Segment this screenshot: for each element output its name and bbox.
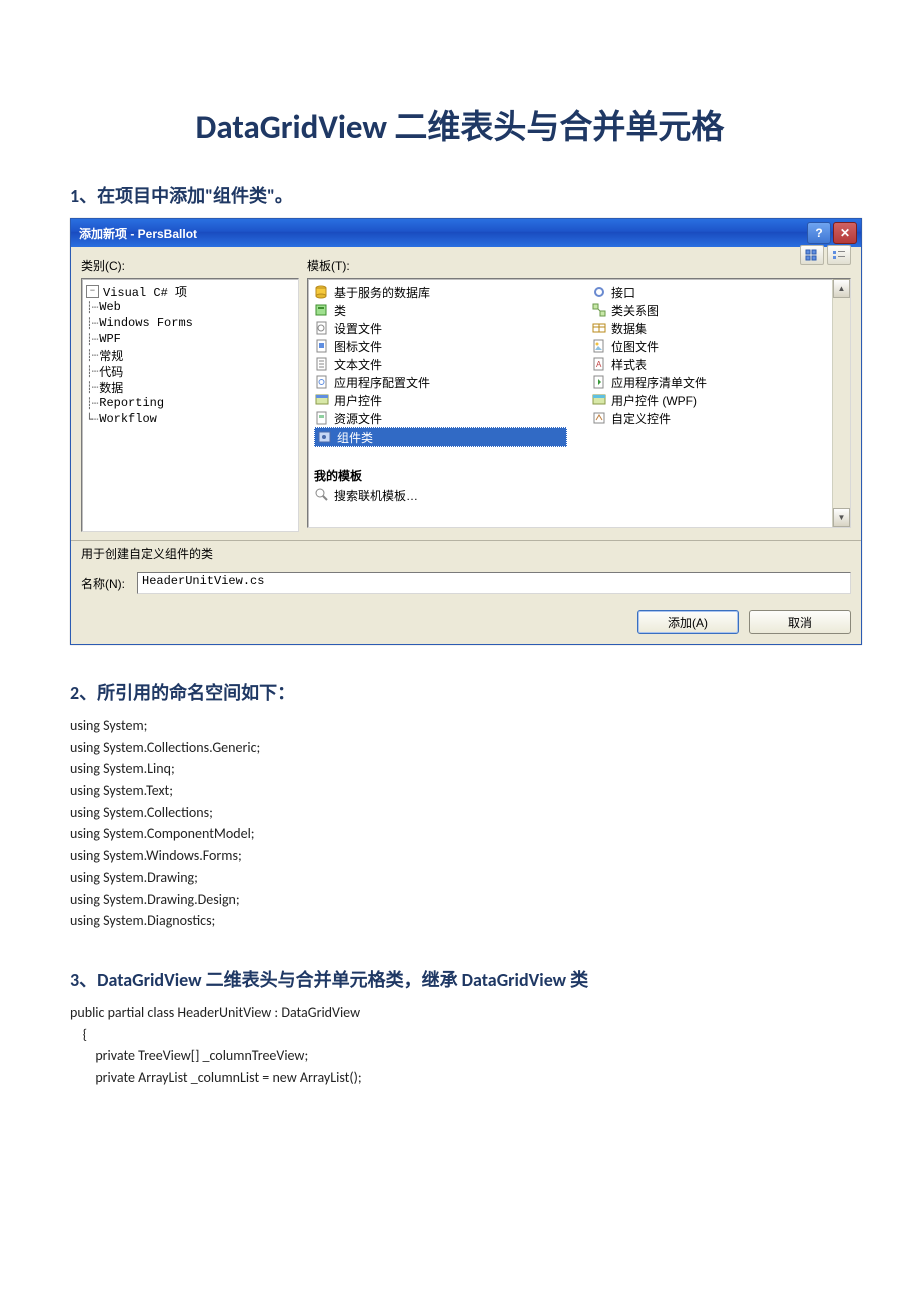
- template-item[interactable]: 文本文件: [314, 355, 567, 373]
- add-button[interactable]: 添加(A): [637, 610, 739, 634]
- tree-root[interactable]: Visual C# 项: [103, 283, 187, 300]
- dialog-title: 添加新项 - PersBallot: [79, 225, 805, 242]
- template-item[interactable]: 资源文件: [314, 409, 567, 427]
- scroll-up-icon[interactable]: ▲: [833, 279, 850, 298]
- template-item[interactable]: 类关系图: [591, 301, 844, 319]
- template-item[interactable]: 设置文件: [314, 319, 567, 337]
- config-file-icon: [314, 374, 330, 390]
- help-button[interactable]: ?: [807, 222, 831, 244]
- add-new-item-dialog: 添加新项 - PersBallot ? ✕ 类别(C): −Visual C#: [70, 218, 862, 645]
- class-diagram-icon: [591, 302, 607, 318]
- heading-1: 1、在项目中添加"组件类"。: [70, 182, 850, 208]
- search-online-templates[interactable]: 搜索联机模板…: [314, 486, 850, 504]
- text-file-icon: [314, 356, 330, 372]
- settings-file-icon: [314, 320, 330, 336]
- svg-text:A: A: [596, 360, 602, 369]
- view-large-icons-button[interactable]: [800, 245, 824, 265]
- stylesheet-icon: A: [591, 356, 607, 372]
- template-item[interactable]: 应用程序配置文件: [314, 373, 567, 391]
- heading-3: 3、DataGridView 二维表头与合并单元格类，继承 DataGridVi…: [70, 966, 850, 992]
- templates-list[interactable]: 基于服务的数据库 类 设置文件 图标文件 文本文件 应用程序配置文件 用户控件 …: [307, 278, 851, 528]
- template-item-component-class[interactable]: 组件类: [314, 427, 567, 447]
- templates-label: 模板(T):: [307, 257, 851, 274]
- tree-collapse-icon[interactable]: −: [86, 285, 99, 298]
- categories-tree[interactable]: −Visual C# 项 ┊┈Web ┊┈Windows Forms ┊┈WPF…: [81, 278, 299, 532]
- tree-item-reporting[interactable]: Reporting: [99, 396, 164, 410]
- name-label: 名称(N):: [81, 575, 125, 592]
- resource-file-icon: [314, 410, 330, 426]
- tree-item-general[interactable]: 常规: [99, 347, 123, 364]
- dialog-titlebar[interactable]: 添加新项 - PersBallot ? ✕: [71, 219, 861, 247]
- template-item[interactable]: 用户控件: [314, 391, 567, 409]
- user-control-wpf-icon: [591, 392, 607, 408]
- template-item[interactable]: 接口: [591, 283, 844, 301]
- template-item[interactable]: 数据集: [591, 319, 844, 337]
- template-item[interactable]: 图标文件: [314, 337, 567, 355]
- tree-item-winforms[interactable]: Windows Forms: [99, 316, 193, 330]
- template-item[interactable]: 自定义控件: [591, 409, 844, 427]
- custom-control-icon: [591, 410, 607, 426]
- tree-item-data[interactable]: 数据: [99, 379, 123, 396]
- component-class-icon: [317, 429, 333, 445]
- close-button[interactable]: ✕: [833, 222, 857, 244]
- view-small-icons-button[interactable]: [827, 245, 851, 265]
- name-input[interactable]: HeaderUnitView.cs: [137, 572, 851, 594]
- scroll-down-icon[interactable]: ▼: [833, 508, 850, 527]
- page-title: DataGridView 二维表头与合并单元格: [70, 100, 850, 148]
- template-item[interactable]: 基于服务的数据库: [314, 283, 567, 301]
- template-item[interactable]: 位图文件: [591, 337, 844, 355]
- scrollbar[interactable]: ▲ ▼: [832, 279, 850, 527]
- template-item[interactable]: 应用程序清单文件: [591, 373, 844, 391]
- bitmap-file-icon: [591, 338, 607, 354]
- interface-icon: [591, 284, 607, 300]
- icon-file-icon: [314, 338, 330, 354]
- template-item[interactable]: 类: [314, 301, 567, 319]
- database-icon: [314, 284, 330, 300]
- class-icon: [314, 302, 330, 318]
- manifest-file-icon: [591, 374, 607, 390]
- heading-2: 2、所引用的命名空间如下：: [70, 679, 850, 705]
- tree-item-workflow[interactable]: Workflow: [99, 412, 157, 426]
- tree-item-web[interactable]: Web: [99, 300, 121, 314]
- search-icon: [314, 487, 330, 503]
- description-text: 用于创建自定义组件的类: [71, 540, 861, 566]
- my-templates-header: 我的模板: [314, 467, 850, 484]
- class-block: public partial class HeaderUnitView : Da…: [70, 1002, 850, 1089]
- categories-label: 类别(C):: [81, 257, 299, 274]
- dataset-icon: [591, 320, 607, 336]
- tree-item-wpf[interactable]: WPF: [99, 332, 121, 346]
- template-item[interactable]: A样式表: [591, 355, 844, 373]
- usings-block: using System; using System.Collections.G…: [70, 715, 850, 932]
- tree-item-code[interactable]: 代码: [99, 363, 123, 380]
- cancel-button[interactable]: 取消: [749, 610, 851, 634]
- template-item[interactable]: 用户控件 (WPF): [591, 391, 844, 409]
- user-control-icon: [314, 392, 330, 408]
